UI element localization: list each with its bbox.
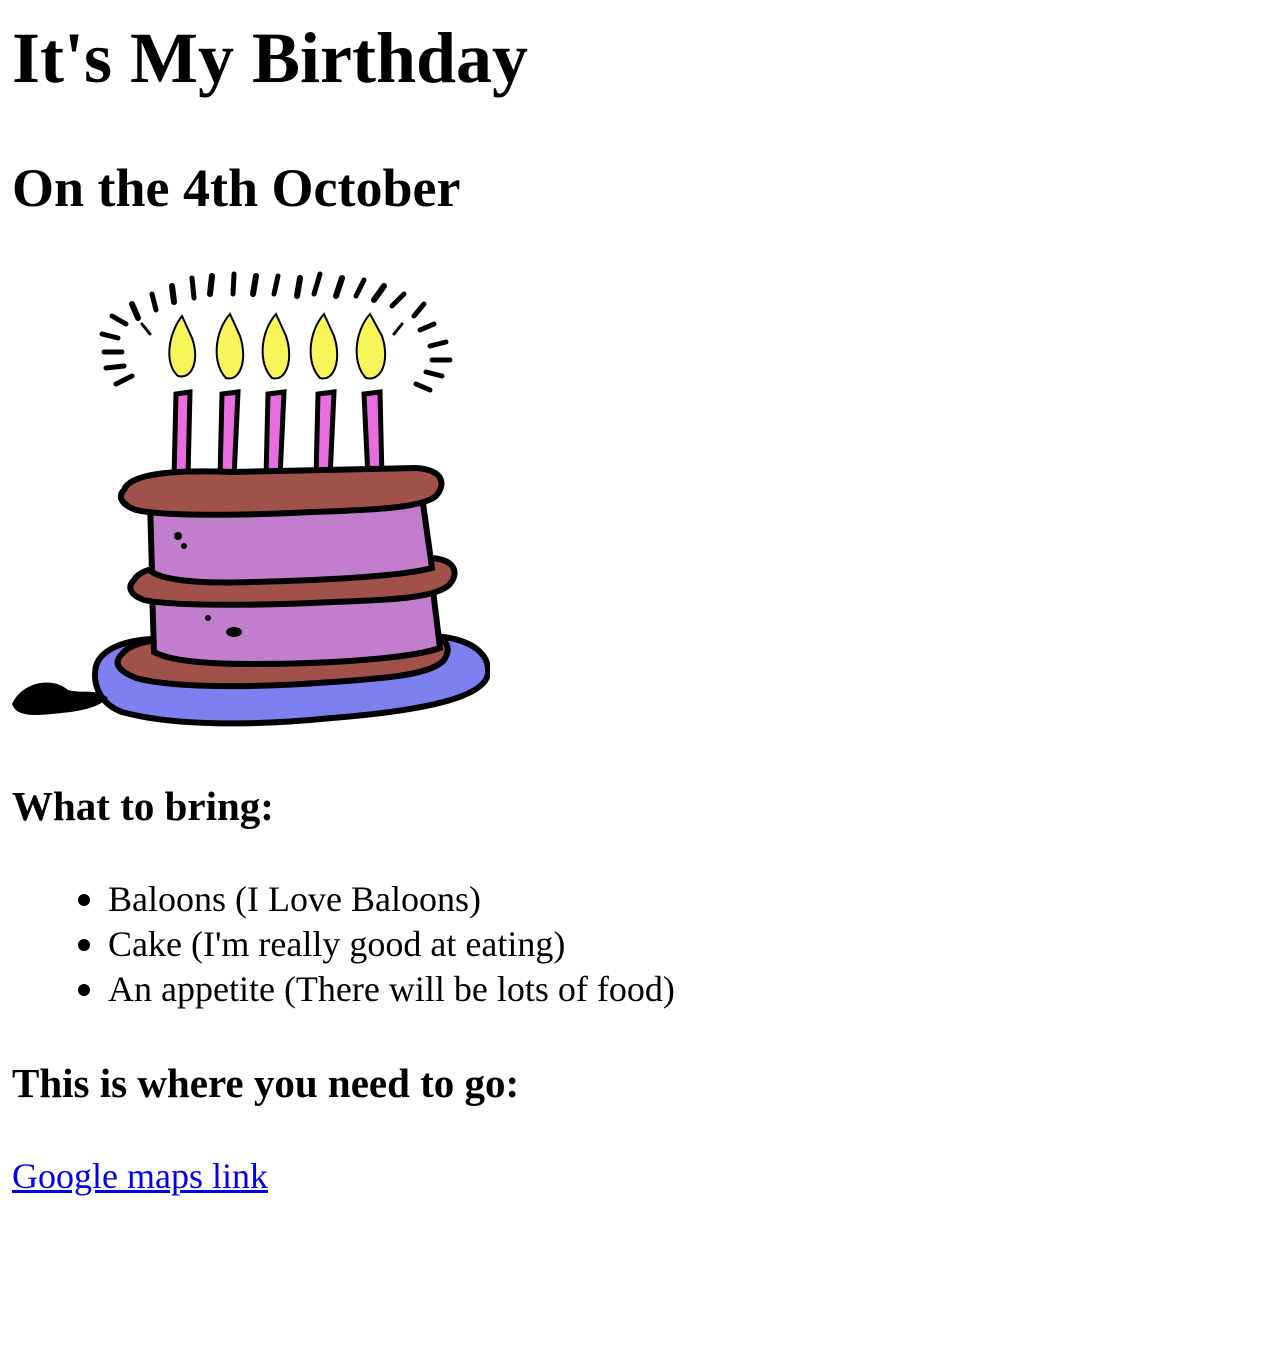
bullet-icon bbox=[78, 939, 90, 951]
candles bbox=[171, 389, 385, 481]
list-item-label: Cake (I'm really good at eating) bbox=[108, 924, 566, 964]
bullet-icon bbox=[78, 894, 90, 906]
page-subtitle: On the 4th October bbox=[12, 158, 461, 218]
birthday-cake-icon bbox=[12, 271, 490, 727]
list-item-label: An appetite (There will be lots of food) bbox=[108, 969, 675, 1009]
bullet-icon bbox=[78, 984, 90, 996]
bring-heading: What to bring: bbox=[12, 783, 274, 829]
page-title: It's My Birthday bbox=[12, 18, 529, 98]
location-heading: This is where you need to go: bbox=[12, 1060, 520, 1106]
cake-top-icing bbox=[117, 464, 445, 518]
list-item: Baloons (I Love Baloons) bbox=[78, 877, 675, 922]
bring-list: Baloons (I Love Baloons) Cake (I'm reall… bbox=[12, 877, 675, 1012]
candle-flames bbox=[168, 312, 387, 380]
list-item: An appetite (There will be lots of food) bbox=[78, 967, 675, 1012]
list-item: Cake (I'm really good at eating) bbox=[78, 922, 675, 967]
cake-crumb bbox=[12, 682, 108, 715]
list-item-label: Baloons (I Love Baloons) bbox=[108, 879, 481, 919]
google-maps-link[interactable]: Google maps link bbox=[12, 1155, 268, 1198]
